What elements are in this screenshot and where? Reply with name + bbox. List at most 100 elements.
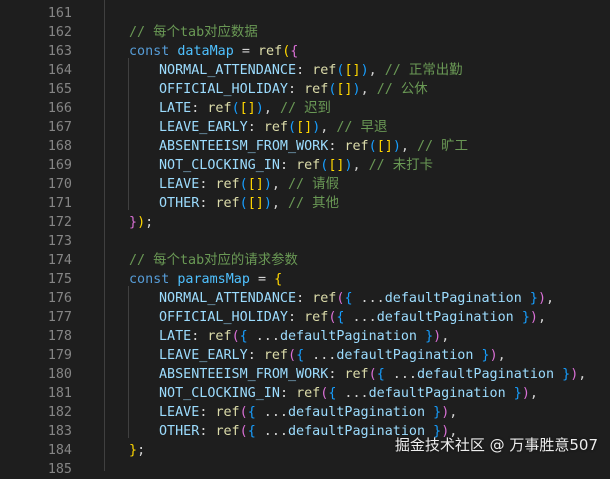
token-prop: NOT_CLOCKING_IN bbox=[159, 158, 280, 173]
code-line[interactable]: 175 const paramsMap = { bbox=[0, 270, 610, 289]
token-plain: : bbox=[328, 139, 345, 154]
token-plain: : bbox=[296, 63, 313, 78]
code-text: LEAVE_EARLY: ref([]), // 早退 bbox=[159, 118, 387, 137]
token-b3: ( bbox=[288, 120, 297, 135]
token-plain: : bbox=[247, 120, 264, 135]
code-line[interactable]: 178 LATE: ref({ ...defaultPagination }), bbox=[0, 327, 610, 346]
code-line[interactable]: 166 LATE: ref([]), // 迟到 bbox=[0, 99, 610, 118]
token-prop: LEAVE bbox=[159, 177, 200, 192]
code-line[interactable]: 185 bbox=[0, 460, 610, 479]
token-comment: // 未打卡 bbox=[368, 158, 433, 173]
code-line[interactable]: 167 LEAVE_EARLY: ref([]), // 早退 bbox=[0, 118, 610, 137]
line-number: 164 bbox=[47, 63, 72, 78]
code-line[interactable]: 164 NORMAL_ATTENDANCE: ref([]), // 正常出勤 bbox=[0, 61, 610, 80]
token-fn: ref bbox=[304, 310, 329, 325]
token-comment: // 其他 bbox=[288, 196, 339, 211]
code-line[interactable]: 176 NORMAL_ATTENDANCE: ref({ ...defaultPa… bbox=[0, 289, 610, 308]
token-b3: } bbox=[425, 329, 434, 344]
token-prop: ABSENTEEISM_FROM_WORK bbox=[159, 139, 329, 154]
token-plain: : bbox=[296, 291, 313, 306]
token-b3: { bbox=[239, 329, 248, 344]
line-number: 168 bbox=[47, 139, 72, 154]
line-number: 176 bbox=[47, 291, 72, 306]
token-plain: , bbox=[352, 158, 369, 173]
token-b2: ( bbox=[231, 329, 240, 344]
token-b2: ( bbox=[239, 405, 248, 420]
code-line[interactable]: 174 // 每个tab对应的请求参数 bbox=[0, 251, 610, 270]
code-text: const paramsMap = { bbox=[129, 270, 282, 289]
token-fn: ref bbox=[312, 291, 337, 306]
code-text: LEAVE: ref([]), // 请假 bbox=[159, 175, 339, 194]
watermark: 掘金技术社区 @ 万事胜意507 bbox=[394, 436, 598, 454]
token-b3: } bbox=[521, 310, 530, 325]
line-number: 181 bbox=[47, 386, 72, 401]
code-text: NORMAL_ATTENDANCE: ref([]), // 正常出勤 bbox=[159, 61, 463, 80]
code-text: ABSENTEEISM_FROM_WORK: ref([]), // 旷工 bbox=[159, 137, 468, 156]
line-number: 175 bbox=[47, 272, 72, 287]
token-b2: ) bbox=[433, 329, 442, 344]
code-text: OFFICIAL_HOLIDAY: ref([]), // 公休 bbox=[159, 80, 428, 99]
code-line[interactable]: 171 OTHER: ref([]), // 其他 bbox=[0, 194, 610, 213]
line-number: 177 bbox=[47, 310, 72, 325]
token-fn: ref bbox=[215, 424, 240, 439]
token-plain: : bbox=[288, 82, 305, 97]
token-b1: [] bbox=[336, 82, 353, 97]
token-plain: , bbox=[400, 139, 417, 154]
token-prop: defaultPagination bbox=[336, 348, 474, 363]
code-text: LATE: ref([]), // 迟到 bbox=[159, 99, 331, 118]
token-plain: ... bbox=[247, 329, 280, 344]
token-b3: } bbox=[529, 291, 538, 306]
code-editor[interactable]: 161 162 // 每个tab对应数据 163 const dataMap = ref… bbox=[0, 0, 610, 477]
code-text: NOT_CLOCKING_IN: ref([]), // 未打卡 bbox=[159, 156, 433, 175]
code-line[interactable]: 172}); bbox=[0, 213, 610, 232]
code-line[interactable]: 177 OFFICIAL_HOLIDAY: ref({ ...defaultPag… bbox=[0, 308, 610, 327]
token-comment: // 每个tab对应的请求参数 bbox=[129, 253, 298, 268]
code-line[interactable]: 168 ABSENTEEISM_FROM_WORK: ref([]), // 旷工 bbox=[0, 137, 610, 156]
token-plain: : bbox=[247, 348, 264, 363]
code-line[interactable]: 179 LEAVE_EARLY: ref({ ...defaultPaginati… bbox=[0, 346, 610, 365]
line-number: 165 bbox=[47, 82, 72, 97]
code-line[interactable]: 180 ABSENTEEISM_FROM_WORK: ref({ ...defau… bbox=[0, 365, 610, 384]
code-line[interactable]: 173 bbox=[0, 232, 610, 251]
token-fn: ref bbox=[215, 405, 240, 420]
code-line[interactable]: 163 const dataMap = ref({ bbox=[0, 42, 610, 61]
token-plain: , bbox=[360, 82, 377, 97]
token-prop: defaultPagination bbox=[279, 329, 417, 344]
token-b1: { bbox=[274, 272, 283, 287]
code-line[interactable]: 170 LEAVE: ref([]), // 请假 bbox=[0, 175, 610, 194]
token-prop: defaultPagination bbox=[368, 386, 506, 401]
token-b3: ( bbox=[231, 101, 240, 116]
token-b3: ( bbox=[239, 196, 248, 211]
token-prop: OFFICIAL_HOLIDAY bbox=[159, 82, 288, 97]
code-line[interactable]: 182 LEAVE: ref({ ...defaultPagination }), bbox=[0, 403, 610, 422]
code-line[interactable]: 169 NOT_CLOCKING_IN: ref([]), // 未打卡 bbox=[0, 156, 610, 175]
code-text: OFFICIAL_HOLIDAY: ref({ ...defaultPagina… bbox=[159, 308, 546, 327]
token-b2: ) bbox=[529, 310, 538, 325]
code-line[interactable]: 161 bbox=[0, 4, 610, 23]
token-prop: NORMAL_ATTENDANCE bbox=[159, 291, 297, 306]
token-prop: ABSENTEEISM_FROM_WORK bbox=[159, 367, 329, 382]
token-plain: ; bbox=[137, 443, 146, 458]
token-b3: ) bbox=[392, 139, 401, 154]
code-line[interactable]: 165 OFFICIAL_HOLIDAY: ref([]), // 公休 bbox=[0, 80, 610, 99]
token-b1: } bbox=[129, 443, 138, 458]
token-plain: ... bbox=[352, 291, 385, 306]
token-b1: [] bbox=[376, 139, 393, 154]
line-number: 162 bbox=[47, 25, 72, 40]
code-text: // 每个tab对应的请求参数 bbox=[129, 251, 298, 270]
code-line[interactable]: 162 // 每个tab对应数据 bbox=[0, 23, 610, 42]
token-plain: ... bbox=[255, 405, 288, 420]
token-comment: // 旷工 bbox=[417, 139, 468, 154]
code-line[interactable]: 181 NOT_CLOCKING_IN: ref({ ...defaultPagi… bbox=[0, 384, 610, 403]
token-b3: ) bbox=[352, 82, 361, 97]
code-text: LEAVE: ref({ ...defaultPagination }), bbox=[159, 403, 457, 422]
token-plain: , bbox=[271, 177, 288, 192]
token-b2: ) bbox=[537, 291, 546, 306]
code-text: LATE: ref({ ...defaultPagination }), bbox=[159, 327, 449, 346]
token-plain: = bbox=[249, 272, 275, 287]
token-plain: : bbox=[191, 329, 208, 344]
line-number: 174 bbox=[47, 253, 72, 268]
